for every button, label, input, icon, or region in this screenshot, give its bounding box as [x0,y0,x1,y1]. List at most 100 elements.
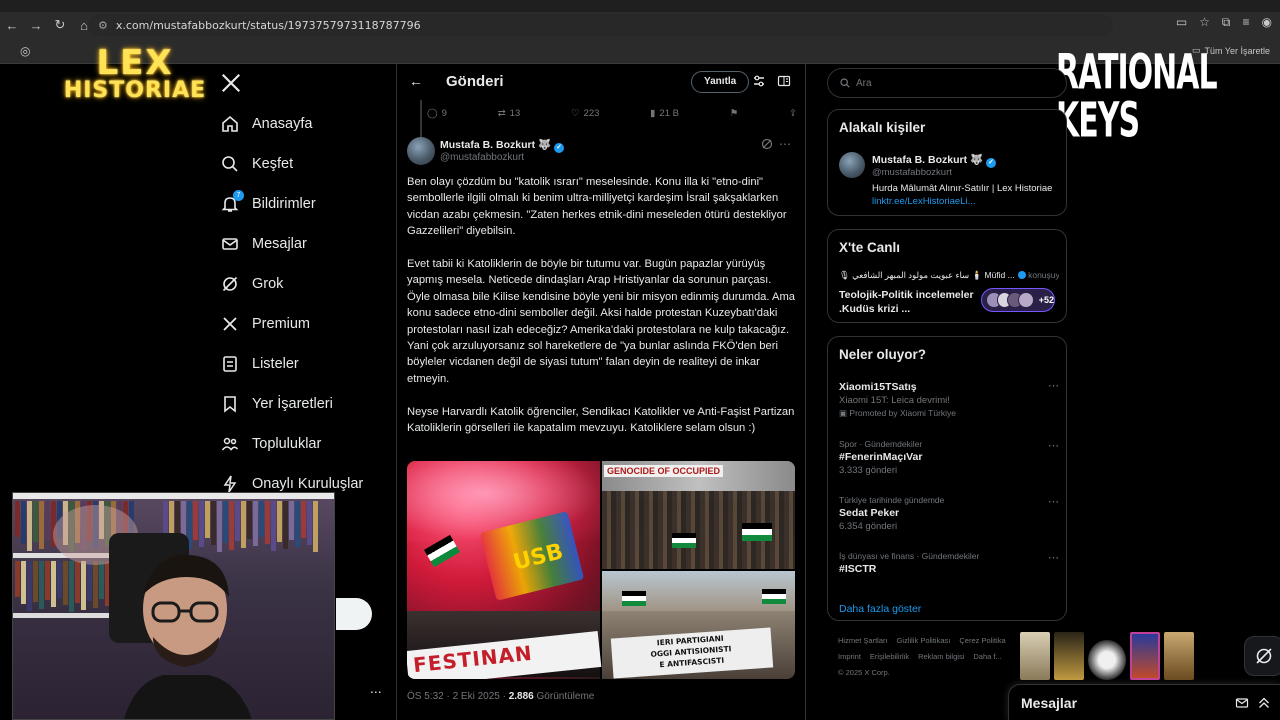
nav-item-label: Grok [252,276,284,292]
messages-drawer-title: Mesajlar [1021,695,1078,711]
trend-item[interactable]: İş dünyası ve finans · Gündemdekiler #IS… [839,551,1059,575]
cast-icon[interactable]: ▭ [1176,15,1187,30]
footer-link[interactable]: Çerez Politika [959,636,1005,645]
view-count: 2.886 [508,691,534,702]
nav-item-people[interactable]: Topluluklar [220,424,363,464]
search-input[interactable]: Ara [827,68,1067,98]
page-title: Gönderi [446,73,504,90]
space-listeners[interactable]: +52 [981,288,1055,312]
nav-item-bookmark[interactable]: Yer İşaretleri [220,384,363,424]
book-cover [1088,640,1126,680]
nav-item-home[interactable]: Anasayfa [220,104,363,144]
browser-actions: ▭ ☆ ⧉ ≡ ◉ [1176,15,1272,30]
grok-explain-icon[interactable] [761,138,773,150]
related-handle[interactable]: @mustafabbozkurt [872,167,952,178]
trend-more-icon[interactable]: ⋯ [1048,379,1059,392]
url-text: x.com/mustafabbozkurt/status/19737579731… [115,18,421,32]
grok-button[interactable] [1244,636,1280,676]
trend-more-icon[interactable]: ⋯ [1048,439,1059,452]
footer-link[interactable]: Erişilebilirlik [870,652,909,661]
share-action[interactable]: ⇪ [789,108,797,119]
trend-item[interactable]: Spor · Gündemdekiler #FenerinMaçıVar 3.3… [839,439,1059,476]
trend-item[interactable]: Türkiye tarihinde gündemde Sedat Peker 6… [839,495,1059,532]
footer-link[interactable]: Gizlilik Politikası [897,636,951,645]
copyright: © 2025 X Corp. [838,668,890,677]
like-action[interactable]: ♡ 223 [571,108,599,119]
back-arrow-icon[interactable]: ← [409,73,423,89]
bookmark-icon [220,394,240,414]
bookmark-small-icon: ⚑ [729,108,739,119]
views-action[interactable]: ▮ 21 B [650,108,679,119]
footer-link[interactable]: Imprint [838,652,861,661]
more-options-icon[interactable]: ⋯ [779,137,791,151]
related-name[interactable]: Mustafa B. Bozkurt 🐺 ✓ [872,153,997,168]
bolt-icon [220,474,240,494]
trend-item[interactable]: Xiaomi15TSatış Xiaomi 15T: Leica devrimi… [839,379,1059,419]
nav-item-label: Bildirimler [252,196,316,212]
bio-link[interactable]: linktr.ee/LexHistoriaeLi... [872,196,976,207]
palestine-flag-icon [762,589,786,604]
nav-item-list[interactable]: Listeler [220,344,363,384]
media-image-3[interactable]: IERI PARTIGIANI OGGI ANTISIONISTI E ANTI… [602,571,795,679]
messages-drawer[interactable]: Mesajlar [1008,684,1280,720]
author-name[interactable]: Mustafa B. Bozkurt 🐺 ✓ [440,138,565,153]
streamer-silhouette [124,554,252,719]
address-bar[interactable]: ⚙ x.com/mustafabbozkurt/status/197375797… [88,14,1113,36]
book-cover [1020,632,1050,680]
related-bio: Hurda Mâlumât Alınır-Satılır | Lex Histo… [872,183,1053,207]
book-cover [1130,632,1160,680]
avatar[interactable] [407,137,435,165]
footer-link[interactable]: Hizmet Şartları [838,636,888,645]
bell-icon: 7 [220,190,244,214]
profile-icon[interactable]: ◉ [1262,15,1272,30]
browser-toolbar: ← → ↻ ⌂ ⚙ x.com/mustafabbozkurt/status/1… [0,12,1280,38]
bookmark-action[interactable]: ⚑ [730,108,739,119]
lex-historiae-logo: LEX HISTORIAE [63,43,207,103]
post-button[interactable] [336,598,372,630]
post-paragraph: Ben olayı çözdüm bu "katolik ısrarı" mes… [407,176,787,238]
reader-view-icon[interactable] [777,74,791,88]
show-more-link[interactable]: Daha fazla göster [839,603,921,615]
trend-more-icon[interactable]: ⋯ [1048,551,1059,564]
nav-item-grok[interactable]: Grok [220,264,363,304]
bookmark-icon-chrome[interactable]: ◎ [20,44,30,58]
nav-item-bell[interactable]: 7 Bildirimler [220,184,363,224]
nav-item-search[interactable]: Keşfet [220,144,363,184]
card-title: Neler oluyor? [839,347,927,362]
reading-list-icon[interactable]: ≡ [1243,15,1250,30]
media-image-1[interactable]: USB FESTINAN [407,461,602,679]
reply-action[interactable]: ◯ 9 [427,108,447,119]
nav-item-label: Yer İşaretleri [252,396,333,412]
card-title: Alakalı kişiler [839,120,926,135]
x-logo-icon[interactable] [220,72,242,94]
nav-item-mail[interactable]: Mesajlar [220,224,363,264]
notification-badge: 7 [233,190,244,201]
live-host[interactable]: 🎙 ساء عبويت مولود المبهر الشافعي 🕯️ Müfi… [839,270,1059,281]
browser-forward-icon[interactable]: → [24,13,48,37]
extensions-icon[interactable]: ⧉ [1222,15,1231,30]
reply-button[interactable]: Yanıtla [691,71,750,93]
nav-item-x[interactable]: Premium [220,304,363,344]
space-title[interactable]: Teolojik-Politik incelemeler .Kudüs kriz… [839,288,979,316]
author-handle[interactable]: @mustafabbozkurt [440,152,524,163]
live-spaces-card: X'te Canlı 🎙 ساء عبويت مولود المبهر الشا… [827,229,1067,323]
repost-action[interactable]: ⇄ 13 [498,108,521,119]
star-icon[interactable]: ☆ [1199,15,1210,30]
footer-link[interactable]: Reklam bilgisi [918,652,964,661]
avatar[interactable] [839,152,865,178]
media-image-2[interactable]: GENOCIDE OF OCCUPIED [602,461,795,569]
nav-item-label: Anasayfa [252,116,313,132]
mail-icon [220,234,240,254]
footer-link[interactable]: Daha f... [973,652,1001,661]
grok-icon [1256,648,1272,664]
book-thumbnails [1020,632,1194,680]
account-more-icon[interactable]: ... [370,680,382,696]
browser-reload-icon[interactable]: ↻ [48,13,72,37]
trend-more-icon[interactable]: ⋯ [1048,495,1059,508]
post-paragraph: Evet tabii ki Katoliklerin de böyle bir … [407,258,796,385]
chevron-up-icon[interactable] [1257,696,1271,710]
new-message-icon[interactable] [1235,696,1249,710]
site-info-icon[interactable]: ⚙ [98,19,108,32]
filter-icon[interactable] [752,74,766,88]
browser-back-icon[interactable]: ← [0,13,24,37]
